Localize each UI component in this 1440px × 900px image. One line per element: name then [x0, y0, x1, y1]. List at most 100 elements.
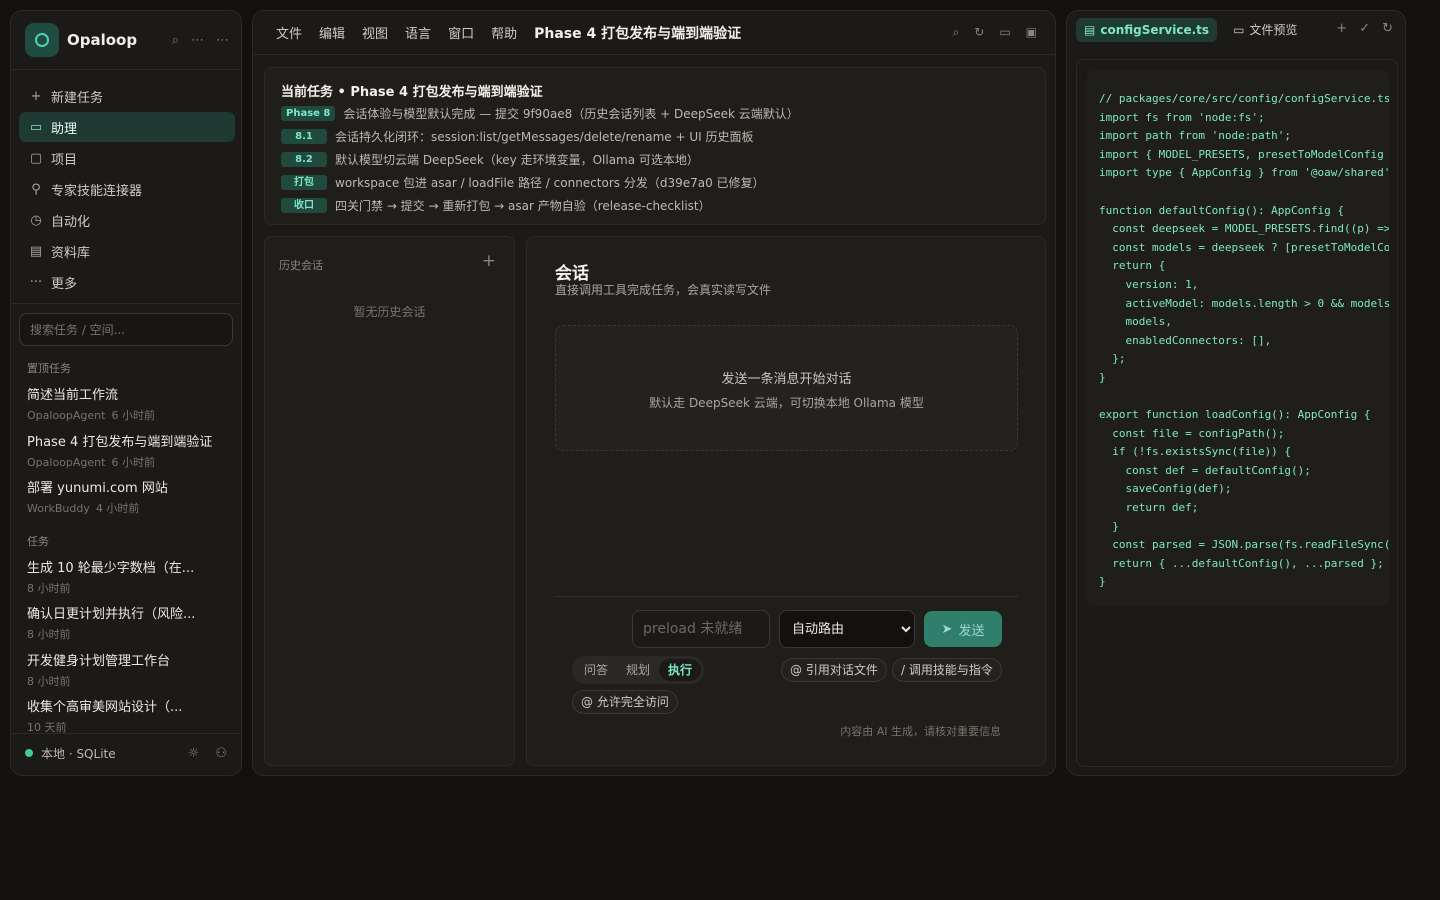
mode-qa[interactable]: 问答	[575, 659, 617, 681]
plus-icon: +	[30, 88, 42, 104]
menu-view[interactable]: 视图	[362, 23, 388, 42]
phase-badge: Phase 8	[281, 105, 336, 121]
pinned-task-item[interactable]: 部署 yunumi.com 网站 WorkBuddy 4 小时前	[27, 477, 227, 516]
code-content: // packages/core/src/config/configServic…	[1099, 92, 1389, 589]
folder-icon: ▭	[1233, 23, 1245, 37]
sidebar-item-label: 新建任务	[51, 90, 104, 106]
refresh-icon[interactable]: ↻	[974, 25, 984, 40]
task-card-row: 8.2 默认模型切云端 DeepSeek（key 走环境变量，Ollama 可选本…	[281, 150, 699, 168]
task-time: 6 小时前	[111, 409, 155, 422]
task-time: 6 小时前	[111, 456, 155, 469]
clipboard-icon: ▤	[29, 243, 43, 259]
full-access-chip[interactable]: @ 允许完全访问	[572, 690, 678, 714]
search-icon[interactable]: ⌕	[172, 33, 179, 48]
sidebar-item-assistant[interactable]: ▭ 助理	[19, 112, 235, 142]
main-panel: 文件 编辑 视图 语言 窗口 帮助 Phase 4 打包发布与端到端验证 ⌕ ↻…	[252, 10, 1056, 776]
task-card-row: 收口 四关门禁 → 提交 → 重新打包 → asar 产物自验（release-c…	[281, 196, 711, 214]
task-item[interactable]: 收集个高审美网站设计（... 10 天前	[27, 696, 227, 735]
route-select[interactable]: 自动路由	[779, 610, 915, 648]
chat-panel: 会话 直接调用工具完成任务，会真实读写文件 发送一条消息开始对话 默认走 Dee…	[526, 236, 1046, 766]
empty-state-hint: 默认走 DeepSeek 云端，可切换本地 Ollama 模型	[649, 396, 924, 410]
tab-file-preview[interactable]: ▭ 文件预览	[1225, 18, 1305, 42]
task-source: OpaloopAgent	[27, 456, 106, 469]
code-block: // packages/core/src/config/configServic…	[1087, 70, 1389, 606]
divider	[11, 69, 241, 70]
clock-icon: ◷	[30, 212, 42, 228]
task-title: 确认日更计划并执行（风险...	[27, 607, 196, 622]
history-empty-text: 暂无历史会话	[353, 305, 426, 319]
sidebar-item-new-task[interactable]: + 新建任务	[19, 81, 235, 111]
check-icon[interactable]: ✓	[1359, 21, 1370, 36]
current-task-card: 当前任务 • Phase 4 打包发布与端到端验证 Phase 8 会话体验与模型…	[264, 67, 1046, 225]
chat-bubble-icon: ▭	[29, 119, 43, 135]
task-item[interactable]: 生成 10 轮最少字数档（在... 8 小时前	[27, 557, 227, 596]
task-time: 8 小时前	[27, 628, 71, 641]
menu-window[interactable]: 窗口	[448, 23, 474, 42]
menu-help[interactable]: 帮助	[491, 23, 517, 42]
task-search-input[interactable]	[19, 313, 233, 346]
reference-file-chip[interactable]: @ 引用对话文件	[781, 658, 887, 682]
layout-icon[interactable]: ▭	[999, 25, 1010, 40]
task-time: 8 小时前	[27, 582, 71, 595]
search-icon[interactable]: ⌕	[953, 25, 960, 40]
menu-language[interactable]: 语言	[405, 23, 431, 42]
sidebar-footer: 本地 · SQLite ☼ ⚇	[25, 743, 227, 763]
task-time: 8 小时前	[27, 675, 71, 688]
package-icon[interactable]: ▣	[1026, 25, 1037, 40]
add-icon[interactable]: +	[1336, 21, 1347, 36]
sidebar-item-more[interactable]: ··· 更多	[19, 267, 235, 297]
task-card-row-text: 会话持久化闭环：session:list/getMessages/delete/…	[335, 129, 754, 144]
pinned-task-item[interactable]: 简述当前工作流 OpaloopAgent 6 小时前	[27, 384, 227, 423]
sidebar-item-label: 自动化	[51, 214, 91, 230]
send-button[interactable]: ➤ 发送	[924, 611, 1002, 647]
tab-label: 文件预览	[1249, 23, 1298, 37]
task-card-row: Phase 8 会话体验与模型默认完成 — 提交 9f90ae8（历史会话列表 +…	[281, 104, 799, 122]
task-card-row-text: 默认模型切云端 DeepSeek（key 走环境变量，Ollama 可选本地）	[335, 152, 699, 167]
task-title: 收集个高审美网站设计（...	[27, 700, 183, 715]
mode-execute[interactable]: 执行	[659, 659, 702, 681]
divider	[11, 303, 241, 304]
empty-state-title: 发送一条消息开始对话	[721, 372, 852, 387]
send-label: 发送	[958, 623, 985, 639]
theme-sun-icon[interactable]: ☼	[188, 746, 200, 761]
skill-command-chip[interactable]: / 调用技能与指令	[892, 658, 1002, 682]
task-item[interactable]: 确认日更计划并执行（风险... 8 小时前	[27, 603, 227, 642]
pinned-task-item[interactable]: Phase 4 打包发布与端到端验证 OpaloopAgent 6 小时前	[27, 431, 227, 470]
refresh-icon[interactable]: ↻	[1382, 21, 1393, 36]
task-source: WorkBuddy	[27, 502, 90, 515]
sidebar: Opaloop ⌕ ⋯ ⋯ + 新建任务 ▭ 助理 ▢ 项目 ⚲ 专家技能连接器 ◷ 自动…	[10, 10, 242, 776]
ellipsis-icon: ···	[29, 274, 43, 290]
task-card-row-text: 会话体验与模型默认完成 — 提交 9f90ae8（历史会话列表 + DeepSe…	[343, 106, 799, 121]
options-dots-icon[interactable]: ⋯	[216, 33, 229, 48]
sidebar-nav: + 新建任务 ▭ 助理 ▢ 项目 ⚲ 专家技能连接器 ◷ 自动化 ▤ 资料库 ··· 更多	[19, 81, 235, 298]
mode-plan[interactable]: 规划	[617, 659, 659, 681]
tab-label: configService.ts	[1100, 23, 1210, 37]
task-card-row-text: workspace 包进 asar / loadFile 路径 / connec…	[335, 175, 765, 190]
storage-status: 本地 · SQLite	[41, 746, 116, 761]
plug-icon: ⚲	[31, 181, 41, 197]
sidebar-item-connectors[interactable]: ⚲ 专家技能连接器	[19, 174, 235, 204]
menu-edit[interactable]: 编辑	[319, 23, 345, 42]
mode-switch: 问答 规划 执行	[572, 656, 705, 684]
more-dots-icon[interactable]: ⋯	[191, 33, 204, 48]
menu-file[interactable]: 文件	[276, 23, 302, 42]
tasks-section-title: 任务	[27, 535, 49, 548]
code-viewer: // packages/core/src/config/configServic…	[1076, 59, 1398, 767]
sidebar-item-projects[interactable]: ▢ 项目	[19, 143, 235, 173]
pinned-section-title: 置顶任务	[27, 362, 71, 375]
task-title: 部署 yunumi.com 网站	[27, 481, 168, 496]
task-item[interactable]: 开发健身计划管理工作台 8 小时前	[27, 650, 227, 689]
sidebar-item-label: 专家技能连接器	[51, 183, 143, 199]
user-icon[interactable]: ⚇	[215, 746, 227, 761]
task-time: 4 小时前	[95, 502, 140, 515]
sidebar-item-library[interactable]: ▤ 资料库	[19, 236, 235, 266]
sidebar-item-label: 助理	[51, 121, 78, 137]
add-session-icon[interactable]: +	[482, 251, 496, 271]
message-input[interactable]	[632, 610, 770, 648]
phase-badge: 打包	[281, 174, 327, 190]
tab-config-service[interactable]: ▤ configService.ts	[1076, 18, 1218, 42]
phase-badge: 收口	[281, 197, 327, 213]
history-title: 历史会话	[279, 259, 323, 272]
window-title: Phase 4 打包发布与端到端验证	[534, 25, 742, 42]
sidebar-item-automation[interactable]: ◷ 自动化	[19, 205, 235, 235]
